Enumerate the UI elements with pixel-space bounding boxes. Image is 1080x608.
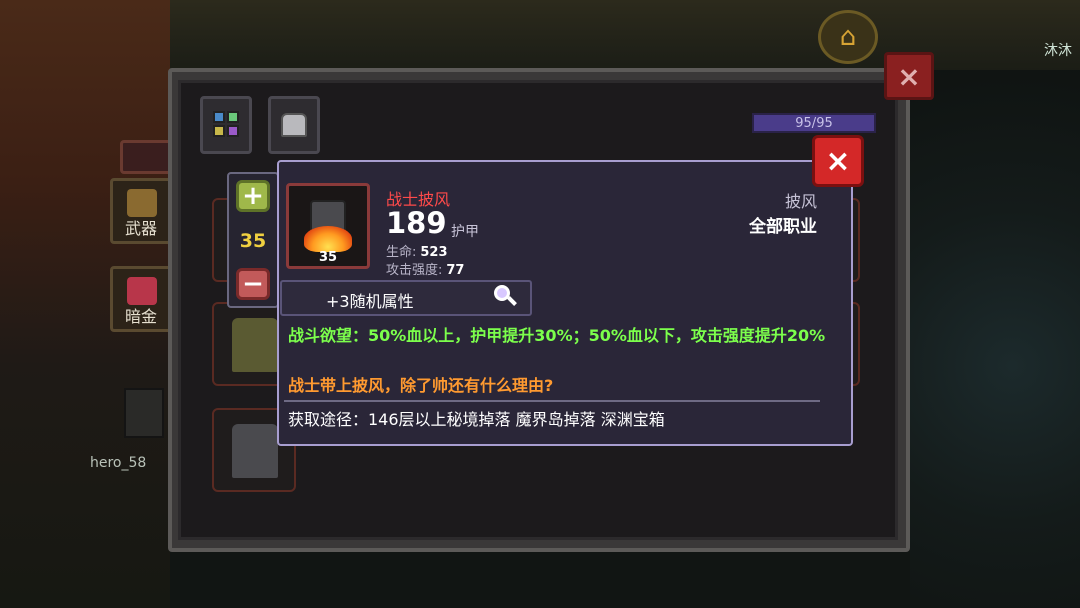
dark-gold-side-label: 暗金	[124, 307, 157, 326]
sword-icon	[127, 189, 157, 217]
item-level: 35	[318, 250, 338, 265]
stat-attack: 攻击强度: 77	[386, 259, 464, 278]
grid-icon-cell	[213, 125, 225, 137]
weapon-side-button[interactable]: 武器	[110, 178, 172, 244]
stat-health: 生命: 523	[386, 241, 448, 260]
home-button[interactable]: ⌂	[818, 10, 878, 64]
close-icon: ×	[825, 143, 851, 179]
quantity-value: 35	[239, 230, 267, 252]
cape-thumb-icon	[232, 318, 278, 372]
stat-label: 攻击强度:	[386, 263, 443, 278]
background-bottom	[170, 550, 910, 608]
stat-value: 523	[420, 245, 448, 260]
tab-bag[interactable]	[268, 96, 320, 154]
tooltip-close-button[interactable]: ×	[812, 135, 864, 187]
player-character	[124, 388, 164, 438]
bag-icon	[281, 113, 307, 137]
player-name-left: hero_58	[90, 455, 147, 471]
grid-icon-cell	[227, 111, 239, 123]
capacity-text: 95/95	[795, 115, 833, 131]
decrease-button[interactable]: −	[236, 268, 270, 300]
magnifier-icon[interactable]	[494, 285, 520, 311]
background-right	[910, 70, 1080, 608]
background-top	[170, 0, 1080, 70]
magnifier-handle	[507, 296, 517, 306]
weapon-side-label: 武器	[124, 219, 157, 238]
dark-gold-side-button[interactable]: 暗金	[110, 266, 172, 332]
grid-icon-cell	[227, 125, 239, 137]
increase-button[interactable]: +	[236, 180, 270, 212]
item-flavor: 战士带上披风，除了帅还有什么理由?	[288, 376, 554, 395]
fire-icon	[304, 226, 352, 252]
inventory-close-button[interactable]: ×	[884, 52, 934, 100]
player-name-right: 沐沐	[1044, 43, 1072, 59]
cape-thumb-icon	[232, 424, 278, 478]
stat-value: 77	[446, 263, 465, 278]
plus-icon: +	[242, 181, 264, 211]
tab-grid[interactable]	[200, 96, 252, 154]
chest-icon	[127, 277, 157, 305]
close-icon: ×	[897, 59, 921, 93]
house-icon: ⌂	[839, 22, 857, 52]
stat-label: 生命:	[386, 245, 417, 260]
random-attribute-text: +3随机属性	[326, 292, 414, 311]
armor-value: 189	[386, 206, 447, 240]
side-button-top[interactable]	[120, 140, 172, 174]
tooltip-divider	[284, 400, 820, 402]
item-source: 获取途径：146层以上秘境掉落 魔界岛掉落 深渊宝箱	[288, 410, 665, 429]
item-class: 全部职业	[749, 217, 817, 237]
armor-label: 护甲	[451, 224, 479, 240]
item-type: 披风	[784, 192, 817, 211]
item-effect: 战斗欲望：50%血以上，护甲提升30%；50%血以下，攻击强度提升20%	[288, 326, 826, 345]
capacity-bar: 95/95	[752, 113, 876, 133]
minus-icon: −	[242, 269, 264, 299]
grid-icon	[213, 111, 225, 123]
